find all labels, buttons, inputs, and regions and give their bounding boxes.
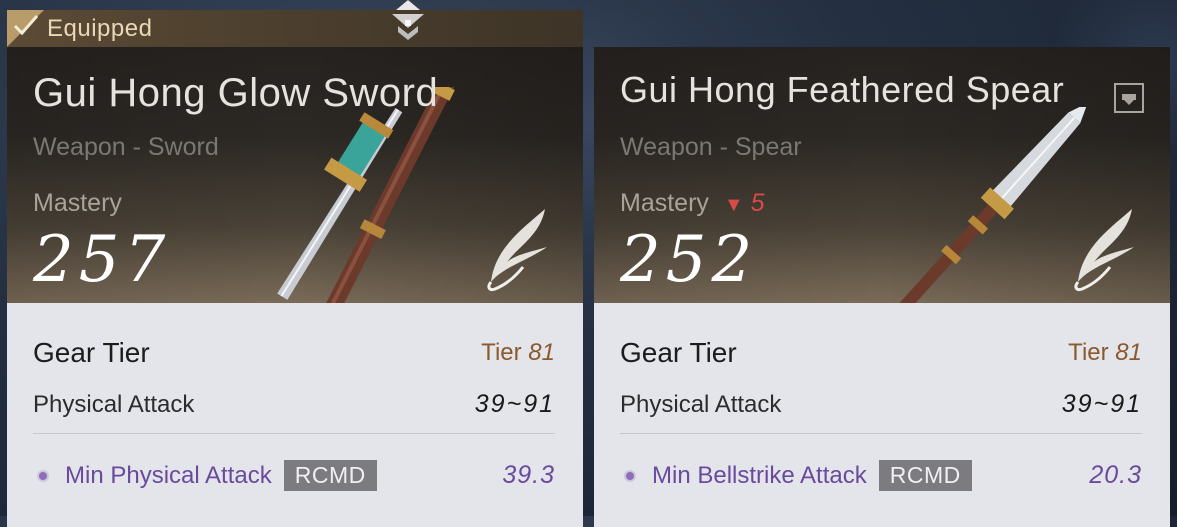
- item-type: Weapon - Spear: [620, 133, 802, 161]
- substat-value: 20.3: [1089, 461, 1142, 489]
- equipped-banner: Equipped: [7, 10, 583, 47]
- attack-value: 39~91: [1061, 390, 1142, 418]
- tier-prefix: Tier: [1068, 339, 1109, 366]
- attack-row: Physical Attack 39~91: [620, 390, 1142, 419]
- gear-tier-label: Gear Tier: [620, 337, 737, 368]
- mastery-value: 257: [33, 223, 171, 297]
- substat-label: Min Physical Attack: [65, 461, 272, 489]
- mastery-diff-value: 5: [750, 189, 765, 217]
- item-name: Gui Hong Glow Sword: [33, 71, 439, 115]
- item-card-equipped[interactable]: Gui Hong Glow Sword Weapon - Sword Maste…: [7, 47, 583, 527]
- rcmd-badge: RCMD: [283, 460, 377, 491]
- substat-row: Min Bellstrike Attack RCMD 20.3: [620, 460, 1142, 491]
- tier-prefix: Tier: [481, 339, 522, 366]
- bullet-icon: [626, 471, 634, 480]
- item-card-compare[interactable]: Gui Hong Feathered Spear Weapon - Spear …: [594, 47, 1170, 527]
- attack-row: Physical Attack 39~91: [33, 390, 555, 419]
- wing-icon: [1074, 209, 1134, 291]
- lock-icon[interactable]: [1114, 83, 1144, 113]
- substat-row: Min Physical Attack RCMD 39.3: [33, 460, 555, 491]
- mastery-label-text: Mastery: [620, 189, 709, 217]
- compare-icon[interactable]: [388, 0, 428, 46]
- tier-value: Tier 81: [481, 339, 555, 367]
- lock-glyph: [1122, 94, 1136, 105]
- bullet-icon: [39, 471, 47, 480]
- substat-left: Min Bellstrike Attack RCMD: [620, 460, 972, 491]
- gear-tier-row: Gear Tier Tier 81: [33, 337, 555, 369]
- mastery-label: Mastery ▼ 5: [620, 189, 765, 218]
- mastery-down-icon: ▼: [723, 194, 744, 216]
- mastery-diff: ▼ 5: [724, 189, 765, 217]
- attack-label: Physical Attack: [620, 390, 782, 418]
- mastery-label: Mastery: [33, 189, 122, 217]
- substat-value: 39.3: [502, 461, 555, 489]
- item-type: Weapon - Sword: [33, 133, 219, 161]
- check-icon: [13, 15, 39, 36]
- gear-tier-label: Gear Tier: [33, 337, 150, 368]
- equipped-label: Equipped: [47, 15, 153, 42]
- divider: [33, 433, 555, 434]
- tier-number: 81: [528, 339, 555, 366]
- tier-value: Tier 81: [1068, 339, 1142, 367]
- item-name: Gui Hong Feathered Spear: [620, 69, 1065, 110]
- attack-value: 39~91: [474, 390, 555, 418]
- spear-image: [894, 107, 1088, 303]
- rcmd-badge: RCMD: [878, 460, 972, 491]
- substat-label: Min Bellstrike Attack: [652, 461, 867, 489]
- mastery-value: 252: [620, 223, 758, 297]
- substat-left: Min Physical Attack RCMD: [33, 460, 377, 491]
- attack-label: Physical Attack: [33, 390, 195, 418]
- gear-tier-row: Gear Tier Tier 81: [620, 337, 1142, 369]
- stats-panel: Gear Tier Tier 81 Physical Attack 39~91 …: [594, 303, 1170, 527]
- divider: [620, 433, 1142, 434]
- wing-icon: [487, 209, 547, 291]
- sword-image: [277, 87, 455, 303]
- tier-number: 81: [1115, 339, 1142, 366]
- stats-panel: Gear Tier Tier 81 Physical Attack 39~91 …: [7, 303, 583, 527]
